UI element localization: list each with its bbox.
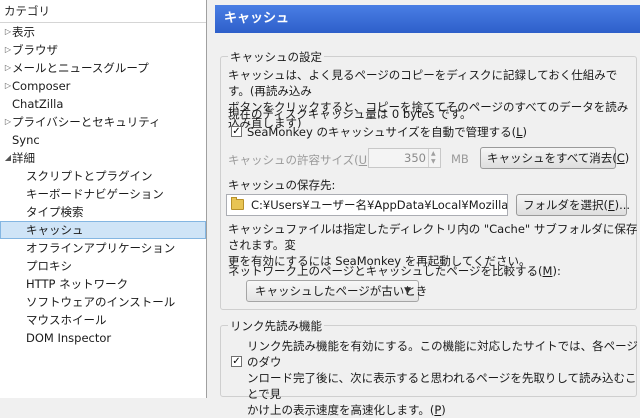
sidebar-item[interactable]: ▷ メールとニュースグループ [0,59,206,77]
sidebar-item-label: マウスホイール [26,313,107,327]
sidebar-item[interactable]: オフラインアプリケーション [0,239,206,257]
prefetch-line2: ンロード完了後に、次に表示すると思われるページを先取りして読み込むことで見 [247,371,637,401]
clear-cache-button[interactable]: キャッシュをすべて消去(C) [480,147,629,169]
clear-cache-accesskey: C [616,151,625,165]
allowed-size-value: 350 [404,151,426,165]
compare-suffix: ): [552,264,561,278]
sidebar-item-label: Sync [12,133,40,147]
compare-select[interactable]: キャッシュしたページが古いとき ▼ [246,280,427,302]
sidebar-item-label: 表示 [12,25,35,39]
sidebar-item-label: プロキシ [26,259,72,273]
auto-manage-checkbox[interactable]: ✓ [231,126,242,137]
spin-down-icon[interactable]: ▼ [431,158,436,165]
sidebar-item-label: スクリプトとプラグイン [26,169,153,183]
compare-text: ネットワーク上のページとキャッシュしたページを比較する( [228,264,543,278]
sidebar-item-label: タイプ検索 [26,205,84,219]
cache-location-field: C:¥Users¥ユーザー名¥AppData¥Local¥Mozilla [226,194,508,216]
allowed-size-label: キャッシュの許容サイズ(U): [228,152,375,168]
sidebar-item[interactable]: スクリプトとプラグイン [0,167,206,185]
prefetch-line3-wrap: かけ上の表示速度を高速化します。(P) [247,402,639,418]
category-sidebar: カテゴリ ▷ 表示 ▷ ブラウザ ▷ メールとニュースグループ ▷ Composer ChatZ… [0,0,207,398]
sidebar-item[interactable]: ▷ Composer [0,77,206,95]
sidebar-item-label: DOM Inspector [26,331,112,345]
sidebar-item[interactable]: Sync [0,131,206,149]
pane-title: キャッシュ [224,11,290,26]
prefetch-legend: リンク先読み機能 [228,318,324,334]
choose-folder-suffix: )... [614,198,631,212]
sidebar-item[interactable]: ▷ 表示 [0,23,206,41]
choose-folder-text: フォルダを選択( [523,198,608,212]
sidebar-item-label: Composer [12,79,71,93]
sidebar-item-label: オフラインアプリケーション [26,241,176,255]
sidebar-item[interactable]: DOM Inspector [0,329,206,347]
prefetch-checkbox[interactable]: ✓ [231,356,242,367]
cache-location-path: C:¥Users¥ユーザー名¥AppData¥Local¥Mozilla [251,198,508,212]
choose-folder-accesskey: F [608,198,615,212]
sidebar-item[interactable]: ソフトウェアのインストール [0,293,206,311]
spin-up-icon[interactable]: ▲ [431,150,436,157]
allowed-size-input[interactable]: 350 ▲ ▼ [368,148,441,168]
sidebar-header: カテゴリ [0,0,206,23]
compare-accesskey: M [542,264,553,278]
prefetch-line3: かけ上の表示速度を高速化します。( [247,403,435,417]
auto-manage-accesskey: L [516,125,523,139]
prefetch-suffix: ) [441,403,446,417]
sidebar-item[interactable]: キーボードナビゲーション [0,185,206,203]
pane-header: キャッシュ [215,5,640,33]
allowed-size-text: キャッシュの許容サイズ( [228,153,359,167]
sidebar-item-label: HTTP ネットワーク [26,277,129,291]
sidebar-item[interactable]: ◢ 詳細 [0,149,206,167]
current-cache-size: 現在のディスクキャッシュ量は 0 bytes です。 [228,107,472,121]
sidebar-item[interactable]: HTTP ネットワーク [0,275,206,293]
sidebar-item[interactable]: プロキシ [0,257,206,275]
sidebar-item-label: メールとニュースグループ [12,61,149,75]
sidebar-item[interactable]: キャッシュ [0,221,206,239]
prefetch-label[interactable]: リンク先読み機能を有効にする。この機能に対応したサイトでは、各ページのダウ ンロ… [247,338,639,418]
cache-description-line1: キャッシュは、よく見るページのコピーをディスクに記録しておく仕組みです。(再読み… [228,68,618,98]
allowed-size-unit: MB [451,152,469,166]
sidebar-item-label: 詳細 [12,151,35,165]
cache-folder-note-line1: キャッシュファイルは指定したディレクトリ内の "Cache" サブフォルダに保存… [228,222,638,252]
sidebar-item[interactable]: タイプ検索 [0,203,206,221]
compare-select-value: キャッシュしたページが古いとき [255,284,428,298]
sidebar-item[interactable]: ▷ ブラウザ [0,41,206,59]
choose-folder-button[interactable]: フォルダを選択(F)... [516,194,631,216]
prefetch-accesskey: P [434,403,442,417]
sidebar-item-label: キャッシュ [26,223,84,237]
chevron-down-icon: ▼ [404,286,411,296]
spin-arrows[interactable]: ▲ ▼ [428,149,440,167]
cache-settings-legend: キャッシュの設定 [228,49,324,65]
sidebar-item[interactable]: ChatZilla [0,95,206,113]
cache-location-label: キャッシュの保存先: [228,178,336,192]
clear-cache-text: キャッシュをすべて消去( [487,151,617,165]
category-tree: ▷ 表示 ▷ ブラウザ ▷ メールとニュースグループ ▷ Composer ChatZilla ▷… [0,23,206,347]
compare-label: ネットワーク上のページとキャッシュしたページを比較する(M): [228,263,561,279]
prefetch-line1: リンク先読み機能を有効にする。この機能に対応したサイトでは、各ページのダウ [247,339,638,369]
auto-manage-text: SeaMonkey のキャッシュサイズを自動で管理する( [247,125,517,139]
allowed-size-accesskey: U [358,153,368,167]
sidebar-item-label: ChatZilla [12,97,64,111]
sidebar-item-label: ソフトウェアのインストール [26,295,176,309]
auto-manage-label[interactable]: SeaMonkey のキャッシュサイズを自動で管理する(L) [247,124,527,140]
sidebar-item[interactable]: ▷ プライバシーとセキュリティ [0,113,206,131]
cache-pane: キャッシュの設定 キャッシュは、よく見るページのコピーをディスクに記録しておく仕… [215,33,640,417]
cache-folder-note: キャッシュファイルは指定したディレクトリ内の "Cache" サブフォルダに保存… [228,221,638,269]
folder-icon [231,197,244,210]
sidebar-item[interactable]: マウスホイール [0,311,206,329]
sidebar-item-label: ブラウザ [12,43,58,57]
sidebar-item-label: プライバシーとセキュリティ [12,115,161,129]
sidebar-item-label: キーボードナビゲーション [26,187,164,201]
